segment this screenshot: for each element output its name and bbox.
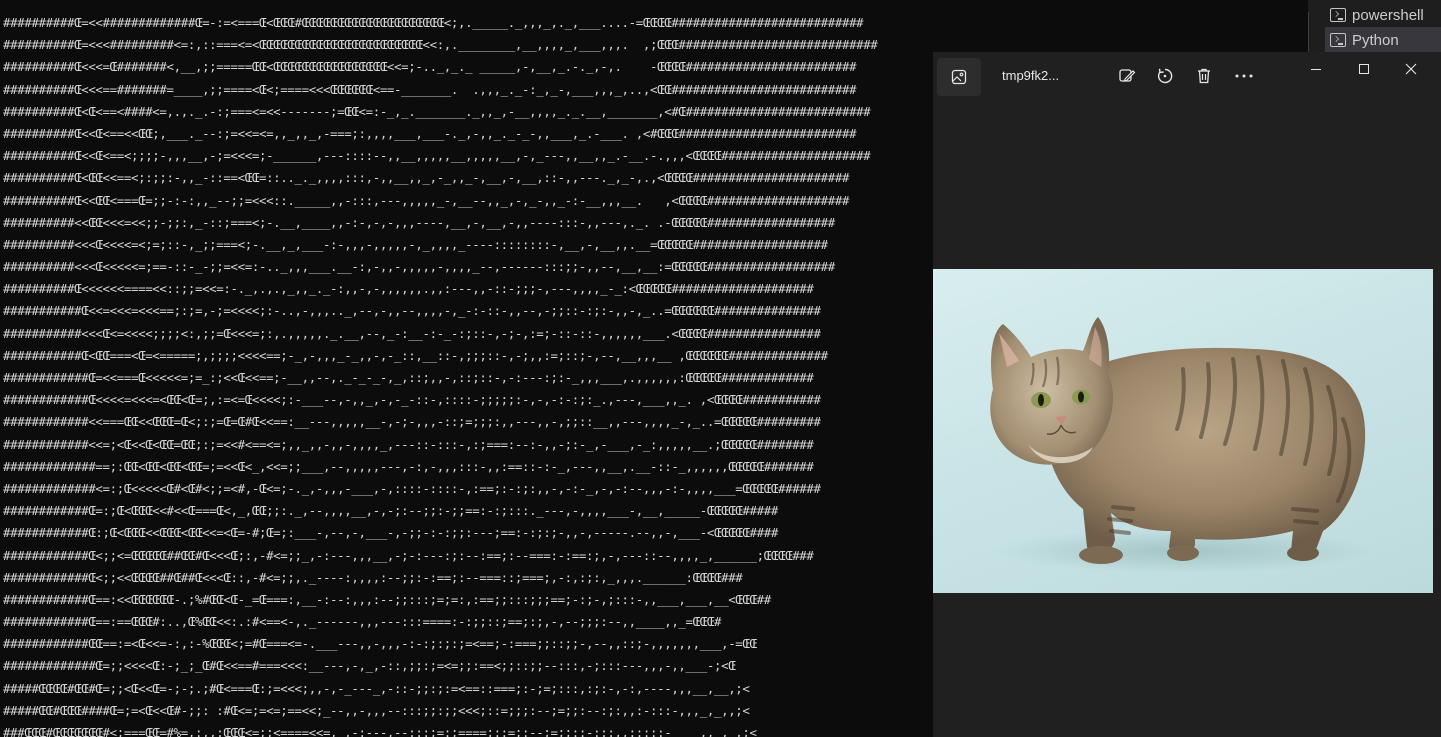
terminal-line: ##########<<ŒŒ<<<=<<;;-;;:,_-::;===<;-._… (3, 214, 835, 230)
delete-icon (1198, 68, 1210, 84)
terminal-line: ############Œ=<<===Œ<<<<<=;=_:;<<Œ<<==;-… (3, 370, 814, 385)
terminal-line: ###########<<<Œ<=<<<<;;;;<:,;;=Œ<<<=;:,.… (3, 325, 821, 341)
terminal-line: ############<<===ŒŒ<<ŒŒŒ=Œ<;:;=Œ=Œ#Œ<<==… (3, 414, 821, 430)
terminal-line: ############Œ==:<<ŒŒŒŒŒŒ-.;%#ŒŒ<Œ-_=Œ===… (3, 591, 771, 607)
terminal-line: ##########Œ<<<==#######=____,;;====<Œ<;=… (3, 81, 857, 97)
ascii-art-output: ##########Œ=<<#############Œ=-:=<===Œ<ŒŒ… (3, 12, 878, 737)
terminal-line: ############Œ==:==ŒŒŒ#:..,Œ%ŒŒ<<:.:#<==<… (3, 614, 722, 630)
terminal-line: ############Œ=:;Œ<ŒŒŒ<<#<<Œ===Œ<,_,ŒŒ;;:… (3, 503, 778, 519)
terminal-line: #####ŒŒ#ŒŒŒ####Œ=;=<Œ<<Œ#-;;: :#Œ<=;=<=;… (3, 702, 750, 718)
minimize-button[interactable] (1293, 54, 1339, 84)
delete-button[interactable] (1188, 62, 1220, 90)
edit-icon (1119, 69, 1136, 82)
terminal-line: ############<<=;<Œ<<Œ<ŒŒ=ŒŒ;:;=<<#<==<=;… (3, 436, 814, 452)
terminal-tab-label: Python (1352, 31, 1399, 49)
terminal-line: ##########Œ<Œ<==<####<=,.,._.-:;===<=<<-… (3, 103, 871, 119)
terminal-line: #############<=:;Œ<<<<<Œ#<Œ#<;;=<#,-Œ<=;… (3, 480, 821, 496)
close-button[interactable] (1388, 54, 1434, 84)
file-name: tmp9fk2... (1002, 68, 1060, 83)
terminal-line: #############==;:ŒŒ<ŒŒ<ŒŒ<ŒŒ=;=<<Œ<_,<<=… (3, 458, 814, 474)
terminal-line: ############Œ<<<<=<<<=<ŒŒ<Œ=;,:=<=Œ<<<<;… (3, 392, 821, 408)
terminal-tab-list: powershell Python (1308, 0, 1441, 53)
image-canvas[interactable] (933, 100, 1441, 737)
terminal-icon (1330, 8, 1346, 22)
terminal-line: ##########Œ<<<=Œ#######<,__,;;=====ŒŒ<ŒŒ… (3, 59, 857, 75)
cat-photo (933, 269, 1433, 593)
terminal-line: ############ŒŒ==:=<Œ<<=-:,:-%ŒŒŒ<;=#Œ===… (3, 636, 757, 652)
title-bar[interactable]: tmp9fk2... (933, 52, 1441, 100)
terminal-line: ############Œ<;;<<ŒŒŒŒ##Œ##Œ<<<Œ::,-#<=;… (3, 569, 743, 585)
minimize-icon (1311, 69, 1321, 70)
terminal-line: ############Œ:;Œ<ŒŒŒ<<ŒŒŒ<ŒŒ<<=<Œ=-#;Œ=;… (3, 525, 778, 541)
edit-image-button[interactable] (1111, 62, 1143, 90)
terminal-line: ##########Œ<<Œ<==<;;;;-,,,__,-;=<<<=;-__… (3, 148, 871, 164)
terminal-line: ###########Œ<<=<<<=<<<==;:;=,-;=<<<<;:-.… (3, 303, 821, 319)
terminal-tab-powershell[interactable]: powershell (1325, 2, 1441, 28)
photos-viewer-window: tmp9fk2... (933, 52, 1441, 737)
rotate-icon (1157, 68, 1173, 84)
terminal-line: #############Œ=;;<<<<Œ:-;_;_Œ#Œ<<==#===<… (3, 658, 736, 674)
close-icon (1405, 63, 1417, 75)
rotate-button[interactable] (1149, 62, 1181, 90)
terminal-line: ############Œ<;;<=ŒŒŒŒŒ##ŒŒ#Œ<<<Œ;:,-#<=… (3, 547, 814, 563)
terminal-line: ##########Œ<<Œ<==<<ŒŒ;,___._--:;=<<=<=,,… (3, 125, 857, 141)
terminal-line: ###ŒŒŒ#ŒŒŒŒŒŒŒ#<;===ŒŒ=#%=,:,,:ŒŒŒ<=;;<=… (3, 725, 757, 737)
terminal-tab-label: powershell (1352, 6, 1424, 24)
terminal-line: #####ŒŒŒŒ#ŒŒ#Œ=;;<Œ<<Œ=-;-;.;#Œ<===Œ:;=<… (3, 680, 750, 696)
photos-app-icon[interactable] (937, 58, 981, 96)
terminal-line: ##########Œ=<<#############Œ=-:=<===Œ<ŒŒ… (3, 15, 864, 30)
terminal-icon (1330, 33, 1346, 47)
terminal-tab-python[interactable]: Python (1325, 27, 1441, 53)
more-icon (1235, 74, 1253, 78)
terminal-line: ##########Œ<ŒŒ<<==<;:;;:-,,_-::==<ŒŒ=::.… (3, 170, 850, 186)
maximize-icon (1359, 64, 1369, 74)
terminal-line: ##########<<<Œ<<<<<=;==-::-_-;;=<<=:-.._… (3, 259, 835, 275)
terminal-line: ##########Œ<<ŒŒ<===Œ=;;-:-:,,_--;;=<<<::… (3, 192, 850, 208)
more-options-button[interactable] (1228, 62, 1260, 90)
terminal-line: ###########Œ<ŒŒ===<Œ=<=====;,;;;;<<<<==;… (3, 347, 828, 363)
terminal-line: ##########Œ<<<<<<====<<::;;=<<=:-._,.,.,… (3, 281, 814, 297)
maximize-button[interactable] (1341, 54, 1387, 84)
terminal-line: ##########Œ=<<<#########<=:,::===<=<ŒŒŒŒ… (3, 37, 878, 53)
terminal-line: ##########<<<Œ<<<<=<;=;::-,_;;===<;-.__,… (3, 236, 828, 252)
divider (1308, 12, 1309, 52)
